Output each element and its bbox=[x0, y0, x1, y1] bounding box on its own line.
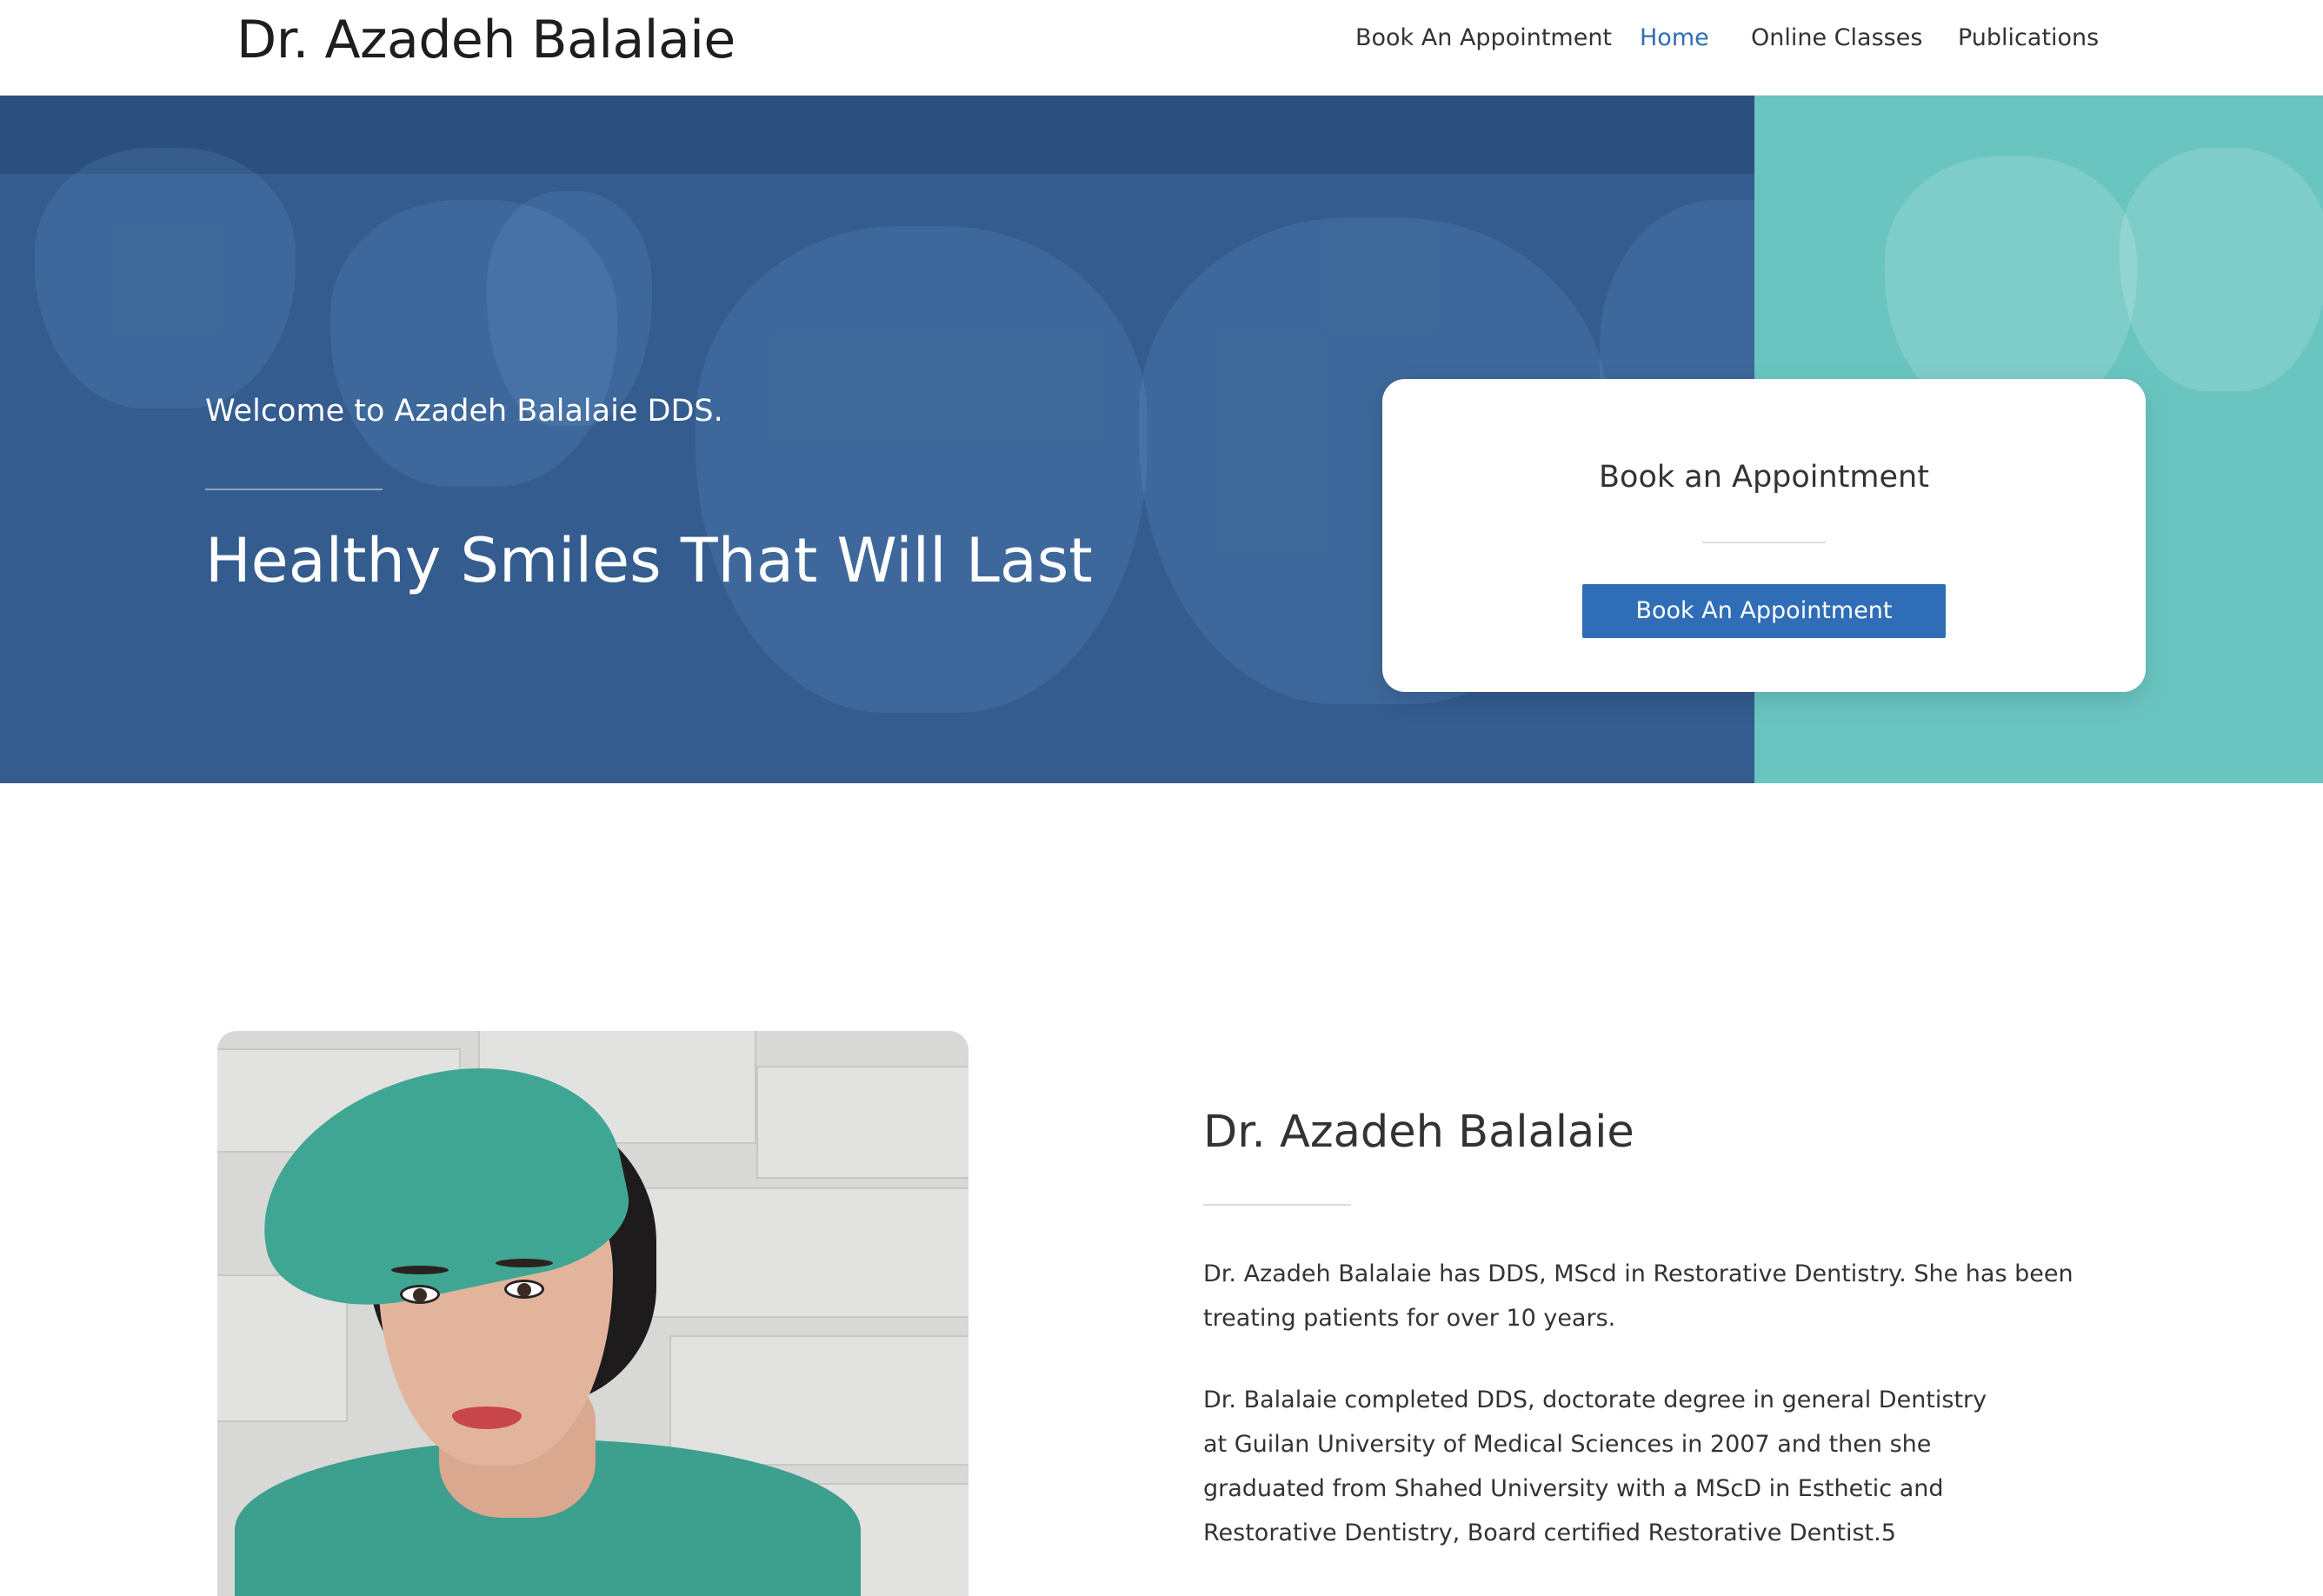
about-paragraph-2-line: Dr. Balalaie completed DDS, doctorate de… bbox=[1203, 1387, 1987, 1413]
site-header: Dr. Azadeh Balalaie Book An Appointment … bbox=[0, 0, 2323, 96]
about-paragraph-2: Dr. Balalaie completed DDS, doctorate de… bbox=[1203, 1378, 2073, 1555]
about-paragraph-1: Dr. Azadeh Balalaie has DDS, MScd in Res… bbox=[1203, 1252, 2073, 1340]
about-title: Dr. Azadeh Balalaie bbox=[1203, 1107, 1634, 1158]
about-paragraph-2-line: Restorative Dentistry, Board certified R… bbox=[1203, 1520, 1896, 1546]
nav-item-publications[interactable]: Publications bbox=[1958, 23, 2099, 54]
hero-divider bbox=[205, 489, 383, 490]
about-divider bbox=[1203, 1204, 1351, 1206]
book-appointment-button[interactable]: Book An Appointment bbox=[1582, 584, 1946, 638]
nav-item-online-classes[interactable]: Online Classes bbox=[1751, 23, 1922, 54]
nav-item-book-appointment[interactable]: Book An Appointment bbox=[1355, 23, 1612, 54]
about-paragraph-2-line: graduated from Shahed University with a … bbox=[1203, 1475, 1944, 1502]
appointment-card: Book an Appointment Book An Appointment bbox=[1382, 379, 2146, 692]
about-paragraph-1-line: Dr. Azadeh Balalaie has DDS, MScd in Res… bbox=[1203, 1260, 2073, 1287]
hero-section: Welcome to Azadeh Balalaie DDS. Healthy … bbox=[0, 96, 2323, 783]
nav-item-home[interactable]: Home bbox=[1640, 23, 1709, 54]
doctor-photo bbox=[217, 1031, 968, 1596]
about-paragraph-2-line: at Guilan University of Medical Sciences… bbox=[1203, 1431, 1932, 1458]
hero-title: Healthy Smiles That Will Last bbox=[205, 525, 1093, 596]
appointment-card-divider bbox=[1702, 542, 1826, 543]
appointment-card-title: Book an Appointment bbox=[1599, 460, 1929, 495]
site-brand[interactable]: Dr. Azadeh Balalaie bbox=[236, 5, 736, 75]
hero-welcome-text: Welcome to Azadeh Balalaie DDS. bbox=[205, 394, 723, 429]
about-paragraph-1-line: treating patients for over 10 years. bbox=[1203, 1305, 1616, 1332]
